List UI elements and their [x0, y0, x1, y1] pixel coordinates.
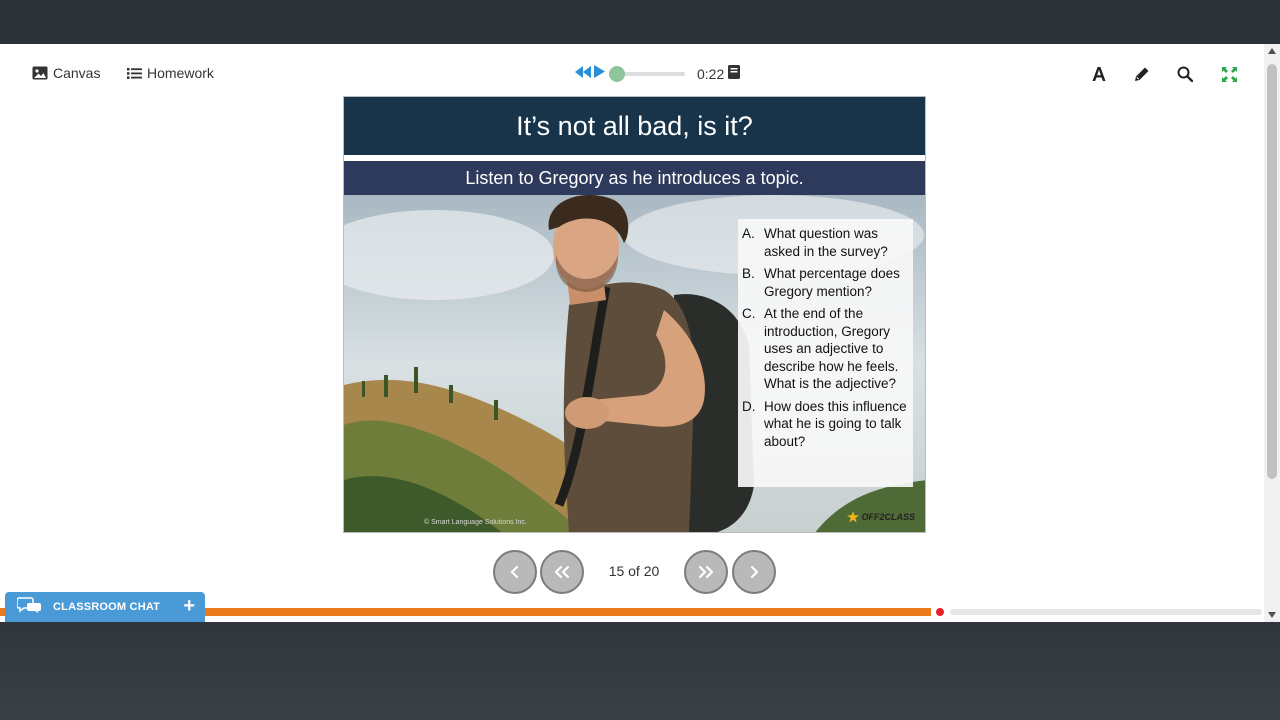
- slide-copyright: © Smart Language Solutions Inc.: [424, 519, 527, 526]
- audio-player: 0:22: [575, 63, 741, 85]
- audio-scrubber-knob[interactable]: [609, 66, 625, 82]
- scrollbar-thumb[interactable]: [1267, 64, 1277, 479]
- chat-expand-icon[interactable]: +: [183, 596, 195, 616]
- chevron-left-icon: [510, 565, 519, 579]
- list-icon: [127, 67, 142, 80]
- scroll-up-icon[interactable]: [1268, 48, 1276, 54]
- homework-link[interactable]: Homework: [127, 64, 214, 82]
- last-slide-button[interactable]: [684, 550, 728, 594]
- fullscreen-icon[interactable]: [1218, 63, 1240, 85]
- scroll-down-icon[interactable]: [1268, 612, 1276, 618]
- lesson-player: Canvas Homework 0:22 It’s not all bad, i…: [0, 44, 1280, 622]
- question-text: At the end of the introduction, Gregory …: [764, 306, 899, 391]
- prev-slide-button[interactable]: [493, 550, 537, 594]
- chevron-right-icon: [750, 565, 759, 579]
- rewind-icon[interactable]: [575, 65, 591, 83]
- homework-label: Homework: [147, 65, 214, 81]
- vertical-scrollbar[interactable]: [1264, 44, 1280, 622]
- canvas-link[interactable]: Canvas: [32, 64, 100, 82]
- double-chevron-right-icon: [698, 565, 714, 579]
- bottom-band: [0, 622, 1280, 720]
- slide-title: It’s not all bad, is it?: [344, 97, 925, 155]
- question-item: A. What question was asked in the survey…: [742, 225, 907, 260]
- question-letter: B.: [742, 266, 755, 281]
- classroom-chat-button[interactable]: CLASSROOM CHAT +: [5, 592, 205, 622]
- question-item: C. At the end of the introduction, Grego…: [742, 305, 907, 393]
- chat-label: CLASSROOM CHAT: [53, 601, 161, 613]
- font-icon[interactable]: [1088, 63, 1110, 85]
- search-icon[interactable]: [1174, 63, 1196, 85]
- question-letter: C.: [742, 306, 756, 321]
- chat-bubbles-icon: [16, 596, 41, 618]
- pencil-icon[interactable]: [1131, 63, 1153, 85]
- logo-text: OFF2CLASS: [861, 512, 915, 522]
- next-slide-button[interactable]: [732, 550, 776, 594]
- question-letter: A.: [742, 226, 755, 241]
- slide-subtitle: Listen to Gregory as he introduces a top…: [344, 161, 925, 195]
- audio-scrubber[interactable]: [609, 66, 685, 82]
- off2class-logo: OFF2CLASS: [847, 511, 915, 523]
- book-icon[interactable]: [728, 64, 741, 84]
- question-text: How does this influence what he is going…: [764, 398, 907, 449]
- question-box: A. What question was asked in the survey…: [738, 219, 913, 487]
- question-text: What percentage does Gregory mention?: [764, 266, 900, 299]
- canvas-label: Canvas: [53, 65, 101, 81]
- lesson-slide: It’s not all bad, is it? Listen to Grego…: [343, 96, 926, 533]
- double-chevron-left-icon: [554, 565, 570, 579]
- question-item: D. How does this influence what he is go…: [742, 398, 907, 451]
- question-letter: D.: [742, 398, 756, 414]
- play-icon[interactable]: [594, 65, 605, 83]
- first-slide-button[interactable]: [540, 550, 584, 594]
- star-icon: [847, 511, 860, 523]
- progress-track: [950, 609, 1262, 615]
- top-band: [0, 0, 1280, 44]
- progress-marker[interactable]: [936, 608, 944, 616]
- question-text: What question was asked in the survey?: [764, 226, 888, 259]
- question-item: B. What percentage does Gregory mention?: [742, 265, 907, 300]
- page-indicator: 15 of 20: [608, 563, 660, 579]
- audio-time: 0:22: [697, 66, 725, 82]
- image-icon: [32, 66, 48, 80]
